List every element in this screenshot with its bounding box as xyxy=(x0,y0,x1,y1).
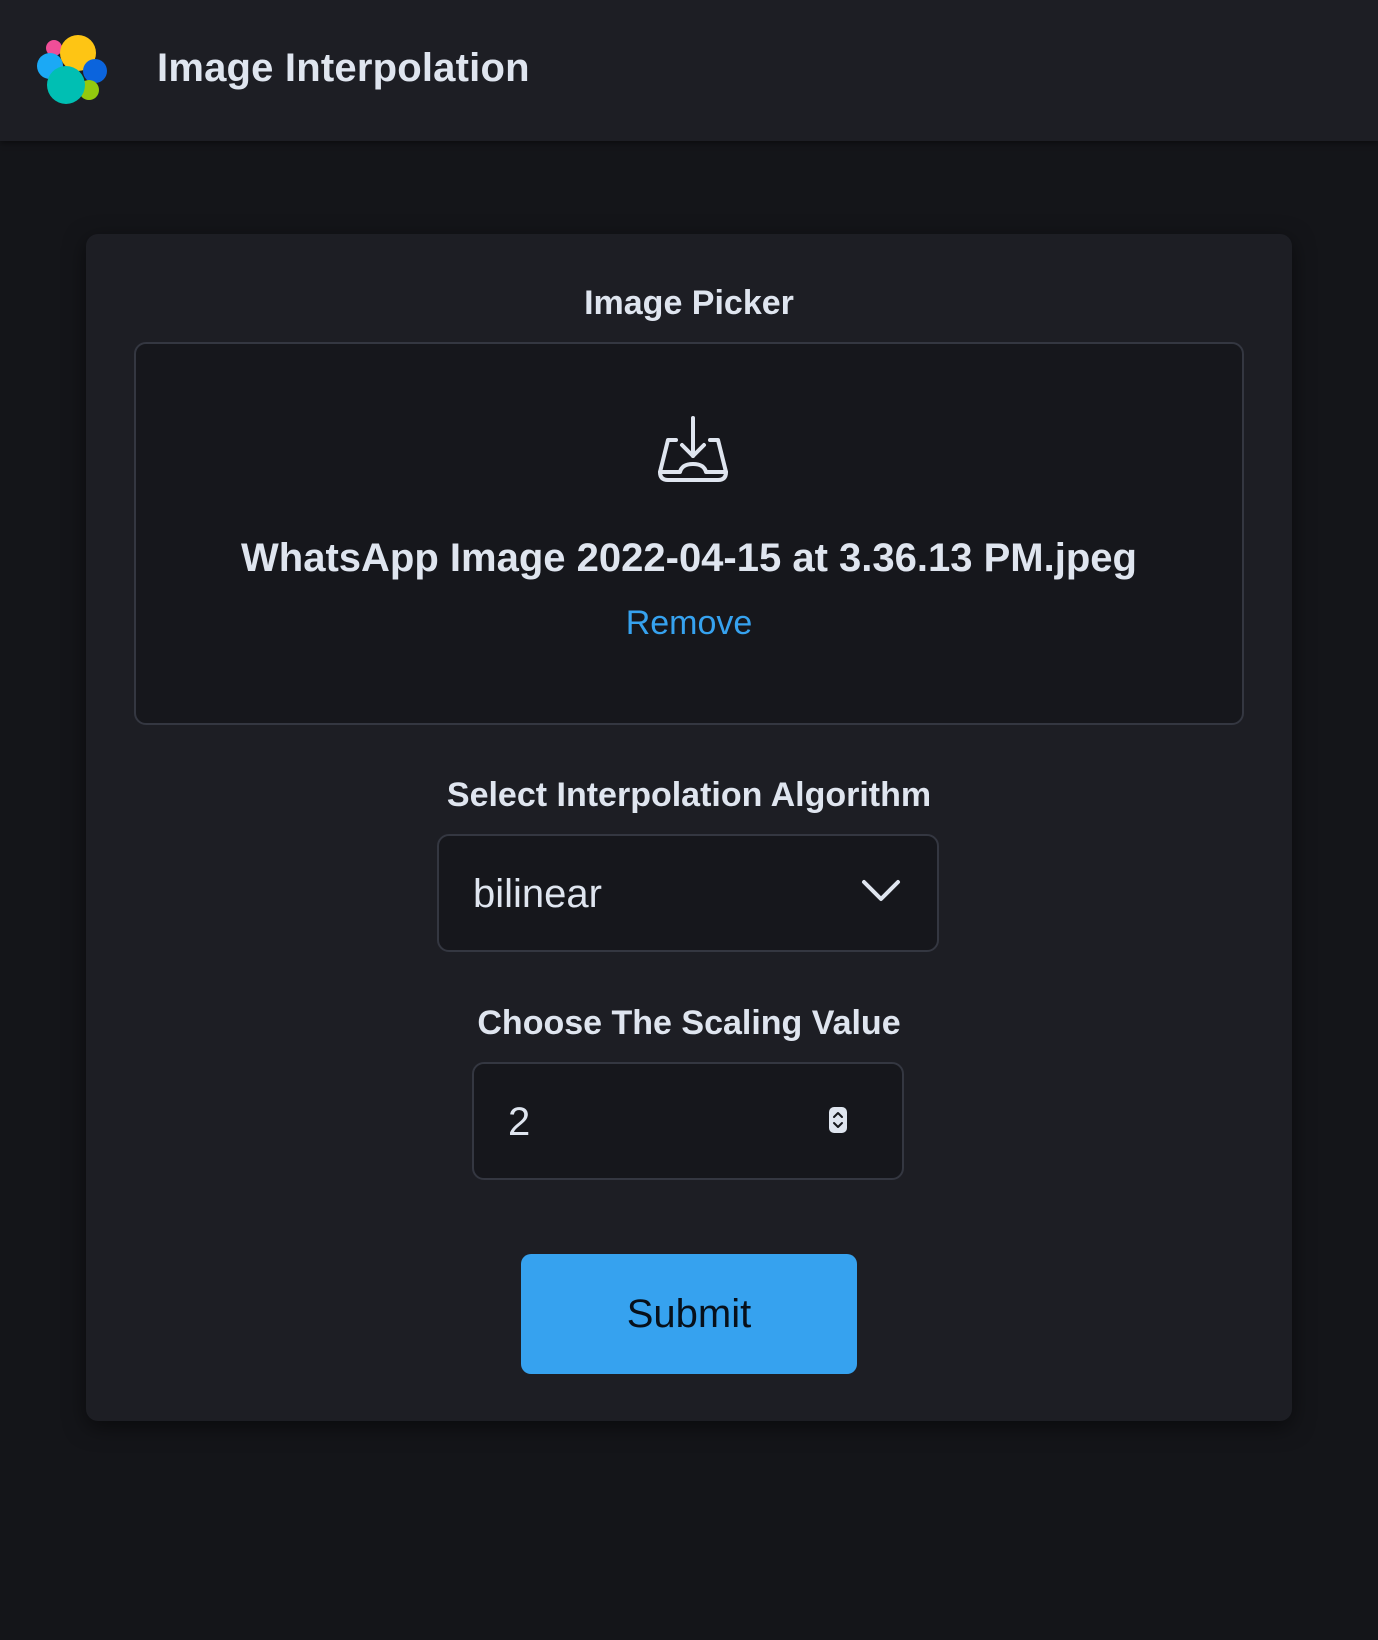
elastic-logo-icon xyxy=(37,35,107,104)
algorithm-select[interactable]: bilinear xyxy=(437,834,939,952)
image-picker-dropzone[interactable]: WhatsApp Image 2022-04-15 at 3.36.13 PM.… xyxy=(134,342,1244,725)
download-tray-icon xyxy=(658,416,728,482)
image-picker-label: Image Picker xyxy=(584,284,794,322)
remove-file-link[interactable]: Remove xyxy=(136,604,1242,643)
algorithm-label: Select Interpolation Algorithm xyxy=(446,776,932,814)
scaling-label: Choose The Scaling Value xyxy=(477,1004,901,1042)
scaling-value: 2 xyxy=(508,1100,531,1144)
app-header: Image Interpolation xyxy=(0,0,1378,141)
form-panel: Image Picker WhatsApp Image 2022-04-15 a… xyxy=(86,234,1292,1421)
app-title: Image Interpolation xyxy=(157,46,530,90)
submit-button[interactable]: Submit xyxy=(521,1254,857,1374)
stepper-arrows-icon[interactable] xyxy=(828,1106,848,1134)
algorithm-selected-value: bilinear xyxy=(473,872,602,916)
scaling-value-input[interactable]: 2 xyxy=(472,1062,904,1180)
selected-file-name: WhatsApp Image 2022-04-15 at 3.36.13 PM.… xyxy=(241,536,1137,580)
chevron-down-icon xyxy=(862,880,900,901)
